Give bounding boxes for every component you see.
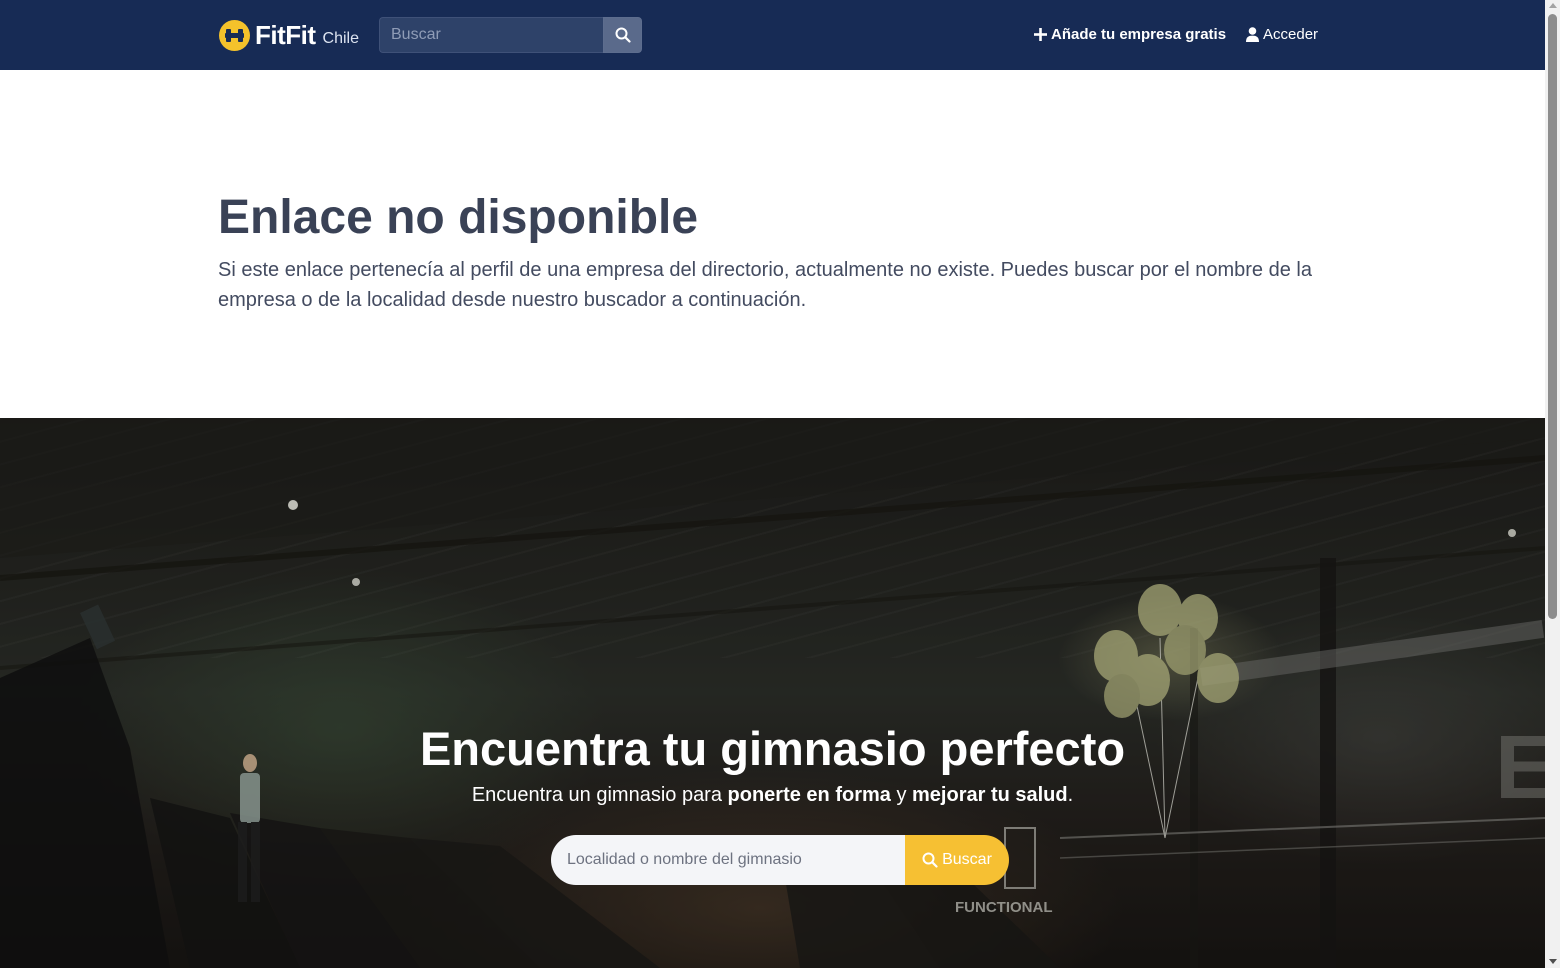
page-title: Enlace no disponible (218, 191, 699, 244)
gym-search-input[interactable] (551, 835, 905, 885)
error-description: Si este enlace pertenecía al perfil de u… (218, 259, 1312, 311)
hero-search-form: Buscar (551, 835, 1009, 885)
scroll-down-arrow-icon[interactable] (1549, 959, 1557, 964)
page-scrollbar[interactable] (1545, 0, 1560, 968)
hero-subtitle-bold-1: ponerte en forma (727, 784, 891, 806)
dumbbell-logo-icon (219, 19, 250, 51)
plus-icon (1034, 28, 1047, 41)
hero-subtitle-prefix: Encuentra un gimnasio para (471, 784, 728, 806)
hero-content: Encuentra tu gimnasio perfecto Encuentra… (0, 418, 1545, 968)
search-icon (615, 27, 631, 43)
login-link[interactable]: Acceder (1246, 26, 1318, 43)
gym-search-button-label: Buscar (942, 851, 992, 868)
add-company-label: Añade tu empresa gratis (1051, 26, 1227, 43)
hero-subtitle-suffix: . (1067, 784, 1074, 806)
hero-title: Encuentra tu gimnasio perfecto (419, 722, 1126, 775)
navbar-search-button[interactable] (603, 17, 642, 53)
add-company-link[interactable]: Añade tu empresa gratis (1034, 26, 1226, 43)
brand-name: FitFit (255, 19, 316, 50)
hero-subtitle: Encuentra un gimnasio para ponerte en fo… (0, 784, 1545, 807)
navbar-search (379, 17, 642, 53)
scrollbar-thumb[interactable] (1548, 14, 1557, 619)
navbar-search-input[interactable] (379, 17, 603, 53)
brand-country: Chile (322, 30, 359, 47)
hero-subtitle-mid: y (890, 784, 913, 806)
hero-subtitle-bold-2: mejorar tu salud (912, 784, 1068, 806)
scroll-up-arrow-icon[interactable] (1549, 3, 1557, 8)
login-label: Acceder (1263, 26, 1319, 43)
user-icon (1246, 27, 1259, 42)
brand-logo-link[interactable]: FitFit Chile (219, 19, 359, 51)
hero-section: EM (0, 418, 1545, 968)
gym-search-button[interactable]: Buscar (905, 835, 1009, 885)
top-navbar: FitFit Chile Añade tu empresa gratis Acc… (0, 0, 1545, 70)
search-icon (922, 852, 938, 868)
